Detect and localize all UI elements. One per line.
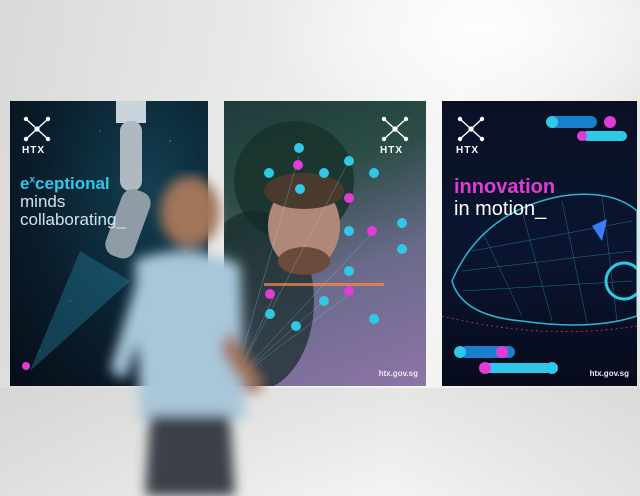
htx-mark-icon bbox=[381, 116, 409, 142]
poster-url: htx.gov.sg bbox=[589, 369, 629, 378]
logo-text: HTX bbox=[456, 145, 479, 156]
headline-line2: in motion_ bbox=[454, 198, 547, 220]
logo-text: HTX bbox=[22, 145, 45, 156]
magenta-dot bbox=[22, 362, 30, 370]
htx-mark-icon bbox=[457, 116, 485, 142]
htx-logo: HTX bbox=[22, 115, 56, 159]
htx-logo: HTX bbox=[456, 115, 490, 159]
logo-text: HTX bbox=[380, 145, 403, 156]
headline-accent: innovation bbox=[454, 176, 556, 198]
htx-logo: HTX bbox=[380, 115, 414, 159]
poster-url: htx.gov.sg bbox=[378, 369, 418, 378]
htx-mark-icon bbox=[23, 116, 51, 142]
poster-innovation-motion: HTX innovation in motion_ htx.gov.sg bbox=[442, 101, 637, 386]
poster-headline: innovation in motion_ bbox=[454, 176, 555, 220]
blurred-person bbox=[110, 176, 265, 496]
